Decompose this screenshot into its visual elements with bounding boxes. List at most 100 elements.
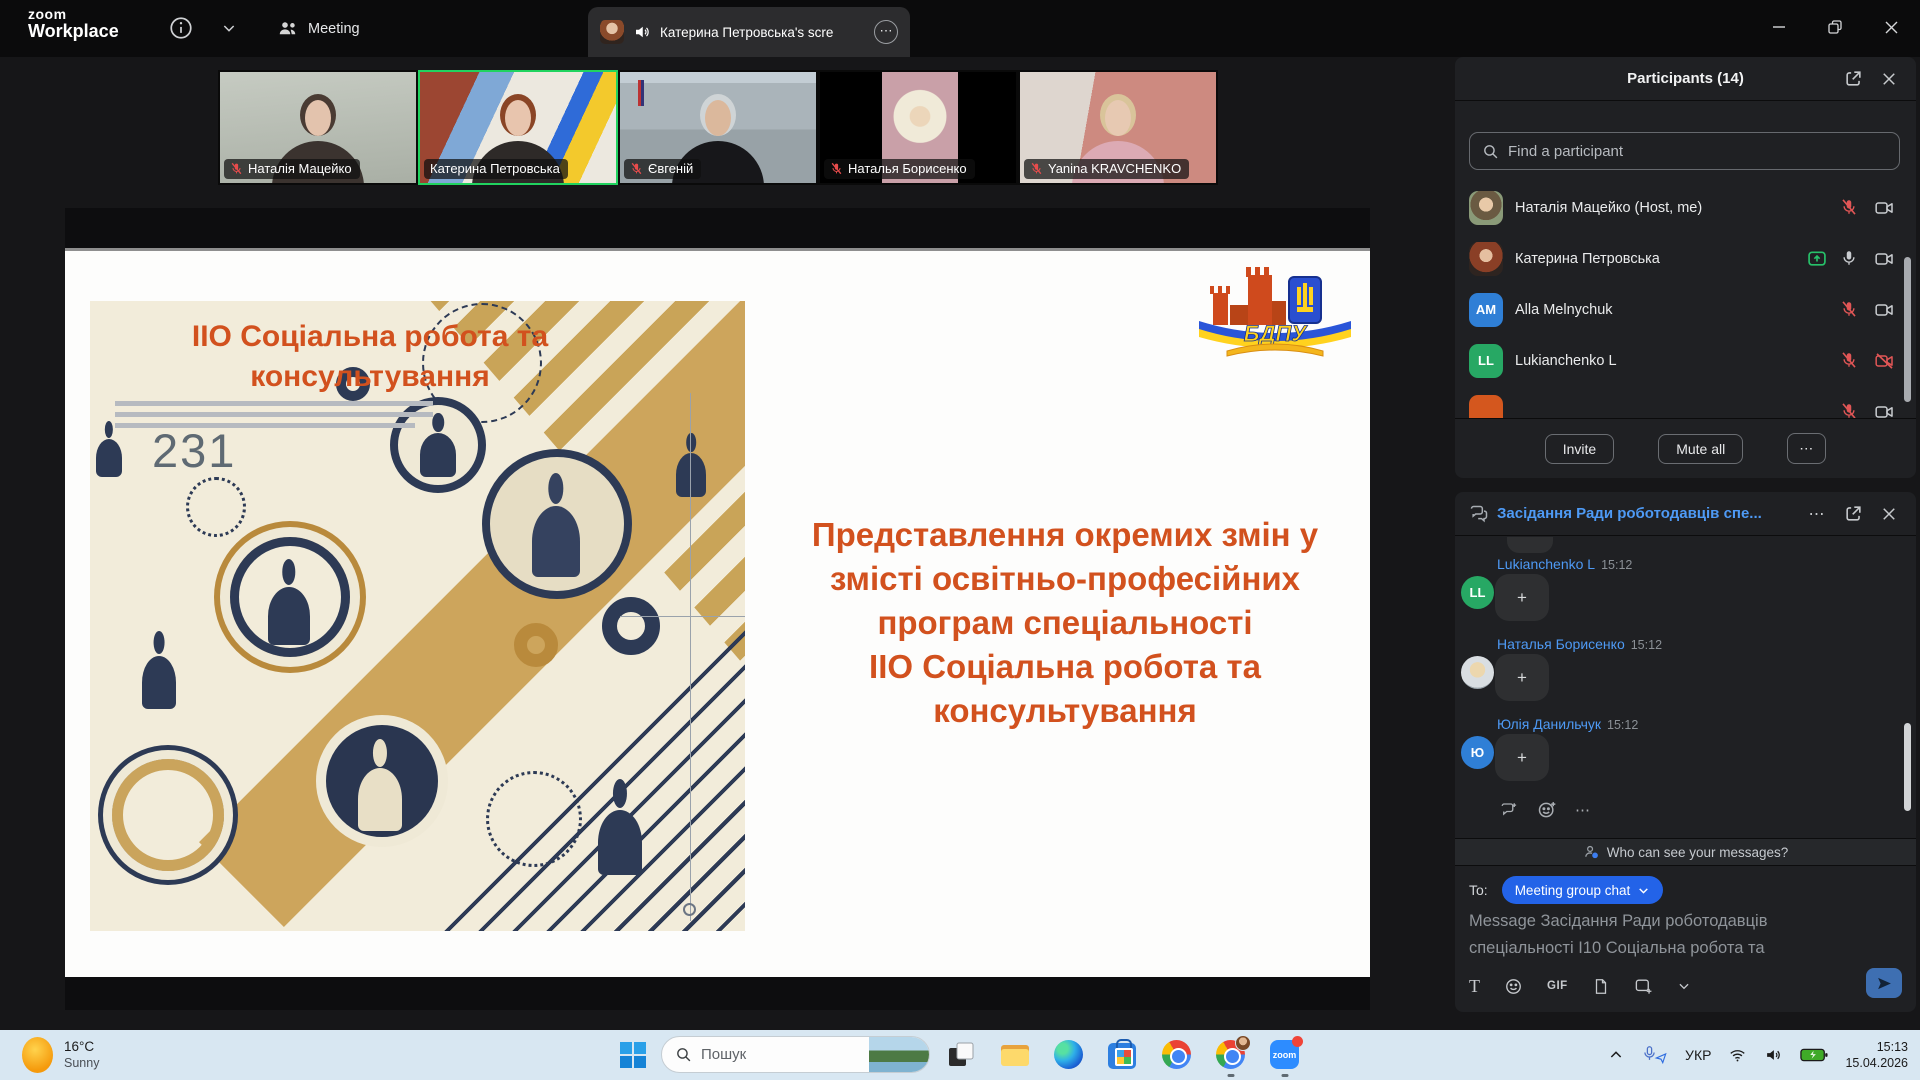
tab-screen-share[interactable]: Катерина Петровська's scre ⋯ bbox=[588, 7, 910, 57]
video-tile[interactable]: Євгеній bbox=[618, 70, 818, 185]
decor-circle bbox=[112, 759, 224, 871]
chevron-down-icon[interactable] bbox=[1677, 979, 1691, 993]
add-reaction-icon[interactable] bbox=[1537, 800, 1557, 820]
window-close-button[interactable] bbox=[1868, 6, 1914, 48]
message-more-icon[interactable]: ⋯ bbox=[1575, 801, 1590, 819]
tab-meeting[interactable]: Meeting bbox=[278, 14, 360, 44]
video-tile[interactable]: Наталья Борисенко bbox=[818, 70, 1018, 185]
microsoft-store-icon[interactable] bbox=[1108, 1040, 1138, 1070]
who-can-see-bar[interactable]: Who can see your messages? bbox=[1455, 838, 1916, 866]
weather-widget[interactable]: 16°C Sunny bbox=[22, 1037, 99, 1073]
camera-icon bbox=[1874, 249, 1894, 269]
sun-icon bbox=[22, 1037, 53, 1073]
chat-panel: Засідання Ради роботодавців спе... ⋯ Luk… bbox=[1455, 492, 1916, 1012]
running-indicator bbox=[1228, 1074, 1235, 1077]
participant-row-name: Lukianchenko L bbox=[1515, 353, 1617, 369]
gif-icon[interactable]: GIF bbox=[1547, 980, 1568, 992]
message-author: Юлія Данильчук15:12 bbox=[1497, 716, 1638, 732]
chat-message[interactable]: Наталья Борисенко15:12 + bbox=[1455, 614, 1910, 694]
windows-taskbar: 16°C Sunny Пошук zoom bbox=[0, 1030, 1920, 1080]
chat-messages: Lukianchenko L15:12 LL + Наталья Борисен… bbox=[1455, 534, 1910, 834]
battery-icon[interactable] bbox=[1800, 1047, 1828, 1063]
chat-header: Засідання Ради роботодавців спе... ⋯ bbox=[1455, 492, 1916, 536]
chat-bubbles-icon bbox=[1469, 504, 1489, 524]
find-participant-input[interactable]: Find a participant bbox=[1469, 132, 1900, 170]
person-figure bbox=[532, 473, 580, 577]
participants-more-button[interactable]: ⋯ bbox=[1787, 433, 1826, 464]
task-view-icon[interactable] bbox=[946, 1040, 976, 1070]
video-tile[interactable]: Yanina KRAVCHENKO bbox=[1018, 70, 1218, 185]
participants-scrollbar[interactable] bbox=[1904, 257, 1911, 402]
mic-on-icon bbox=[1840, 249, 1860, 269]
close-icon[interactable] bbox=[1876, 501, 1902, 527]
format-text-icon[interactable]: T bbox=[1469, 976, 1480, 997]
chrome-icon[interactable] bbox=[1162, 1040, 1192, 1070]
participant-row[interactable]: Катерина Петровська bbox=[1455, 233, 1910, 284]
message-input[interactable]: Message Засідання Ради роботодавців спец… bbox=[1469, 908, 1889, 962]
volume-icon[interactable] bbox=[1764, 1046, 1783, 1064]
mic-in-use-icon[interactable] bbox=[1641, 1045, 1668, 1065]
wifi-icon[interactable] bbox=[1728, 1047, 1747, 1064]
zoom-app-icon[interactable]: zoom bbox=[1270, 1040, 1300, 1070]
recipient-selector[interactable]: Meeting group chat bbox=[1502, 876, 1664, 904]
window-restore-button[interactable] bbox=[1812, 6, 1858, 48]
start-button[interactable] bbox=[620, 1042, 646, 1068]
zoom-app-label: zoom bbox=[1273, 1050, 1297, 1060]
chat-message[interactable]: Lukianchenko L15:12 LL + bbox=[1455, 534, 1910, 614]
message-bubble[interactable]: + bbox=[1495, 734, 1549, 781]
info-icon[interactable] bbox=[168, 15, 194, 41]
participant-row[interactable] bbox=[1455, 386, 1910, 418]
left-title-line1: ІІО Соціальна робота та bbox=[90, 317, 650, 357]
video-tile[interactable]: Катерина Петровська bbox=[418, 70, 618, 185]
share-letterbox-top bbox=[65, 208, 1370, 248]
participant-name-tag: Катерина Петровська bbox=[424, 159, 568, 179]
popout-icon[interactable] bbox=[1840, 501, 1866, 527]
decor-circle bbox=[514, 623, 558, 667]
language-indicator[interactable]: УКР bbox=[1685, 1047, 1711, 1063]
chevron-down-icon[interactable] bbox=[220, 20, 238, 36]
participant-name-tag: Наталія Мацейко bbox=[224, 159, 360, 179]
chat-scrollbar[interactable] bbox=[1904, 723, 1911, 811]
invite-button[interactable]: Invite bbox=[1545, 434, 1614, 464]
person-figure bbox=[142, 631, 176, 709]
edge-icon[interactable] bbox=[1054, 1040, 1084, 1070]
taskbar-search[interactable]: Пошук bbox=[661, 1036, 930, 1073]
tab-share-label: Катерина Петровська's scre bbox=[660, 25, 833, 40]
window-minimize-button[interactable] bbox=[1756, 6, 1802, 48]
slide-main-title: Представлення окремих змін узмісті освіт… bbox=[765, 513, 1365, 733]
mic-muted-icon bbox=[230, 162, 243, 175]
participant-silhouette-head bbox=[500, 94, 536, 136]
participant-row[interactable]: Наталія Мацейко (Host, me) bbox=[1455, 182, 1910, 233]
taskbar-clock[interactable]: 15:13 15.04.2026 bbox=[1845, 1039, 1908, 1071]
mute-all-button[interactable]: Mute all bbox=[1658, 434, 1743, 464]
taskbar-apps: zoom bbox=[946, 1040, 1300, 1070]
composer-toolbar: T GIF bbox=[1469, 970, 1902, 1002]
emoji-icon[interactable] bbox=[1504, 977, 1523, 996]
slide-title-line: змісті освітньо-професійних bbox=[765, 557, 1365, 601]
file-explorer-icon[interactable] bbox=[1000, 1040, 1030, 1070]
attach-file-icon[interactable] bbox=[1592, 977, 1610, 996]
popout-icon[interactable] bbox=[1840, 66, 1866, 92]
close-icon[interactable] bbox=[1876, 66, 1902, 92]
tray-chevron-up-icon[interactable] bbox=[1608, 1047, 1624, 1063]
video-tile[interactable]: Наталія Мацейко bbox=[218, 70, 418, 185]
screen-capture-icon[interactable] bbox=[1634, 977, 1653, 996]
chat-more-icon[interactable]: ⋯ bbox=[1804, 501, 1830, 527]
search-icon bbox=[1482, 143, 1499, 160]
chevron-down-icon bbox=[1637, 884, 1650, 897]
chat-message[interactable]: Юлія Данильчук15:12 Ю + bbox=[1455, 694, 1910, 774]
tab-more-button[interactable]: ⋯ bbox=[874, 20, 898, 44]
participant-row[interactable]: LL Lukianchenko L bbox=[1455, 335, 1910, 386]
participant-row-name: Alla Melnychuk bbox=[1515, 302, 1613, 318]
notification-badge bbox=[1292, 1036, 1303, 1047]
tray-time: 15:13 bbox=[1845, 1039, 1908, 1055]
reply-icon[interactable] bbox=[1499, 801, 1519, 819]
participant-name: Євгеній bbox=[648, 161, 693, 176]
window-titlebar: zoom Workplace Meeting Катерина Петровсь… bbox=[0, 0, 1920, 57]
who-can-see-text: Who can see your messages? bbox=[1607, 845, 1789, 860]
participant-row[interactable]: AM Alla Melnychuk bbox=[1455, 284, 1910, 335]
share-presenter-avatar bbox=[600, 20, 624, 44]
chrome-profile-icon[interactable] bbox=[1216, 1040, 1246, 1070]
send-button[interactable] bbox=[1866, 968, 1902, 998]
participant-name-tag: Наталья Борисенко bbox=[824, 159, 975, 179]
